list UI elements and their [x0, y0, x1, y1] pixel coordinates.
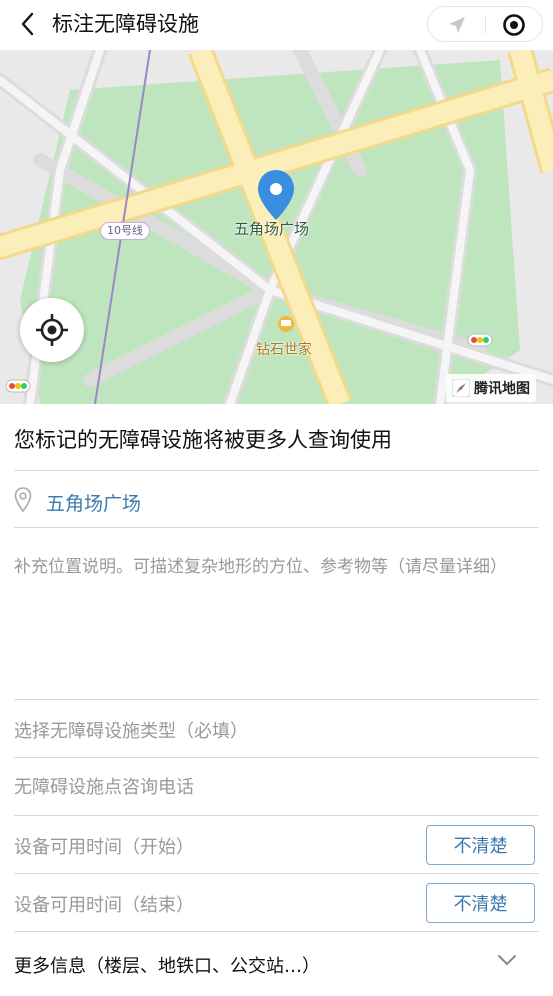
- metro-line-label: 10号线: [100, 222, 150, 240]
- crosshair-icon: [36, 314, 68, 346]
- record-icon: [503, 14, 525, 36]
- poi-label-secondary[interactable]: 钻石世家: [256, 339, 312, 359]
- compass-logo-icon: [452, 379, 470, 397]
- mini-program-capsule: [427, 6, 543, 42]
- form-heading: 您标记的无障碍设施将被更多人查询使用: [14, 428, 392, 452]
- record-button[interactable]: [502, 13, 526, 37]
- facility-type-select[interactable]: 选择无障碍设施类型（必填）: [14, 700, 539, 758]
- poi-label-main[interactable]: 五角场广场: [234, 218, 309, 239]
- description-row: [14, 528, 539, 700]
- map-view[interactable]: 10号线 五角场广场 钻石世家 腾讯地图: [0, 50, 553, 404]
- location-pin-icon: [14, 487, 32, 513]
- phone-row: [14, 758, 539, 816]
- start-time-row[interactable]: 设备可用时间（开始） 不清楚: [14, 816, 539, 874]
- end-time-unsure-button[interactable]: 不清楚: [426, 883, 535, 923]
- nav-bar: 标注无障碍设施: [0, 0, 553, 50]
- end-time-label: 设备可用时间（结束）: [14, 895, 194, 916]
- end-time-row[interactable]: 设备可用时间（结束） 不清楚: [14, 874, 539, 932]
- start-time-label: 设备可用时间（开始）: [14, 837, 194, 858]
- map-provider-name: 腾讯地图: [474, 381, 530, 397]
- more-info-row[interactable]: 更多信息（楼层、地铁口、公交站…）: [14, 932, 539, 992]
- start-time-unsure-button[interactable]: 不清楚: [426, 825, 535, 865]
- capsule-divider: [485, 16, 486, 34]
- back-button[interactable]: [14, 10, 40, 38]
- locate-me-button[interactable]: [20, 298, 84, 362]
- chevron-down-icon: [498, 955, 516, 965]
- map-provider-logo: 腾讯地图: [446, 374, 536, 402]
- page-title: 标注无障碍设施: [52, 12, 199, 36]
- location-arrow-icon: [449, 17, 465, 33]
- description-textarea[interactable]: [14, 554, 539, 684]
- more-info-label: 更多信息（楼层、地铁口、公交站…）: [14, 956, 320, 977]
- facility-type-label: 选择无障碍设施类型（必填）: [14, 721, 248, 742]
- location-row[interactable]: 五角场广场: [14, 470, 539, 528]
- phone-input[interactable]: [14, 768, 414, 806]
- location-name: 五角场广场: [46, 493, 142, 515]
- back-chevron-icon: [21, 12, 34, 36]
- location-button[interactable]: [446, 15, 468, 35]
